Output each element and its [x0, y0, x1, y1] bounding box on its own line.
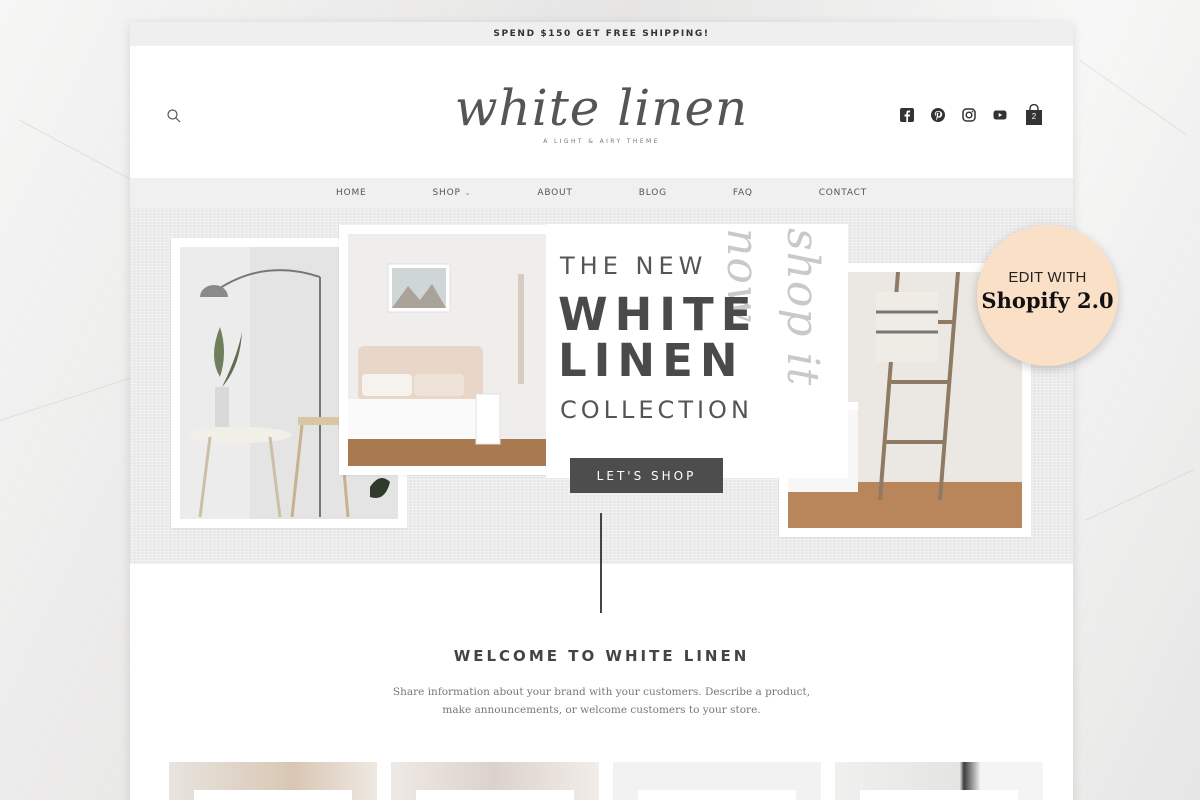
hero-script-text: shop it now [717, 228, 828, 387]
hero-photo-bedroom [339, 225, 555, 475]
youtube-icon[interactable] [993, 108, 1007, 122]
welcome-body: Share information about your brand with … [392, 686, 811, 716]
featured-thumb[interactable] [613, 762, 821, 800]
nav-item-label: BLOG [638, 188, 667, 198]
nav-item-shop[interactable]: SHOP ⌄ [400, 188, 505, 198]
social-links [900, 108, 1007, 122]
site-header: white linen A LIGHT & AIRY THEME 2 [130, 46, 1073, 178]
pinterest-icon[interactable] [931, 108, 945, 122]
nav-item-contact[interactable]: CONTACT [786, 188, 900, 198]
hero-line-2: WHITE LINEN [558, 292, 758, 384]
hero-text-card: shop it now THE NEW WHITE LINEN COLLECTI… [546, 224, 848, 478]
nav-item-label: HOME [336, 188, 367, 198]
hero-line-2-text: WHITE [558, 288, 759, 341]
welcome-section: WELCOME TO WHITE LINEN Share information… [130, 647, 1073, 719]
store-page: SPEND $150 GET FREE SHIPPING! white line… [130, 22, 1073, 800]
hero-line-4: COLLECTION [560, 396, 753, 424]
hero-banner: shop it now THE NEW WHITE LINEN COLLECTI… [130, 208, 1073, 564]
nav-item-label: FAQ [732, 188, 753, 198]
cart-icon[interactable]: 2 [1025, 103, 1043, 126]
announcement-bar: SPEND $150 GET FREE SHIPPING! [130, 22, 1073, 46]
marble-vein [0, 376, 134, 421]
nav-item-about[interactable]: ABOUT [504, 188, 605, 198]
nav-item-home[interactable]: HOME [303, 188, 400, 198]
divider-line [600, 513, 602, 613]
featured-thumb[interactable] [835, 762, 1043, 800]
nav-item-label: SHOP [432, 188, 461, 198]
featured-grid [169, 762, 1043, 800]
shopify-badge: EDIT WITH Shopify 2.0 [977, 225, 1118, 366]
featured-thumb[interactable] [169, 762, 377, 800]
featured-thumb[interactable] [391, 762, 599, 800]
announcement-text: SPEND $150 GET FREE SHIPPING! [493, 29, 710, 39]
logo-tagline: A LIGHT & AIRY THEME [543, 138, 660, 145]
marble-vein [1084, 469, 1194, 521]
welcome-title: WELCOME TO WHITE LINEN [453, 647, 750, 665]
nav-item-label: ABOUT [537, 188, 573, 198]
badge-line-2: Shopify 2.0 [981, 288, 1114, 313]
facebook-icon[interactable] [900, 108, 914, 122]
nav-item-faq[interactable]: FAQ [700, 188, 786, 198]
cart-count: 2 [1031, 112, 1037, 121]
lets-shop-button[interactable]: LET'S SHOP [570, 458, 723, 493]
nav-item-blog[interactable]: BLOG [606, 188, 700, 198]
instagram-icon[interactable] [962, 108, 976, 122]
chevron-down-icon: ⌄ [464, 189, 472, 197]
badge-line-1: EDIT WITH [1008, 269, 1087, 286]
main-nav: HOME SHOP ⌄ ABOUT BLOG FAQ CONTACT [130, 178, 1073, 208]
hero-line-1: THE NEW [560, 252, 708, 280]
marble-vein [1079, 60, 1187, 136]
nav-item-label: CONTACT [818, 188, 867, 198]
hero-line-3-text: LINEN [558, 334, 745, 387]
